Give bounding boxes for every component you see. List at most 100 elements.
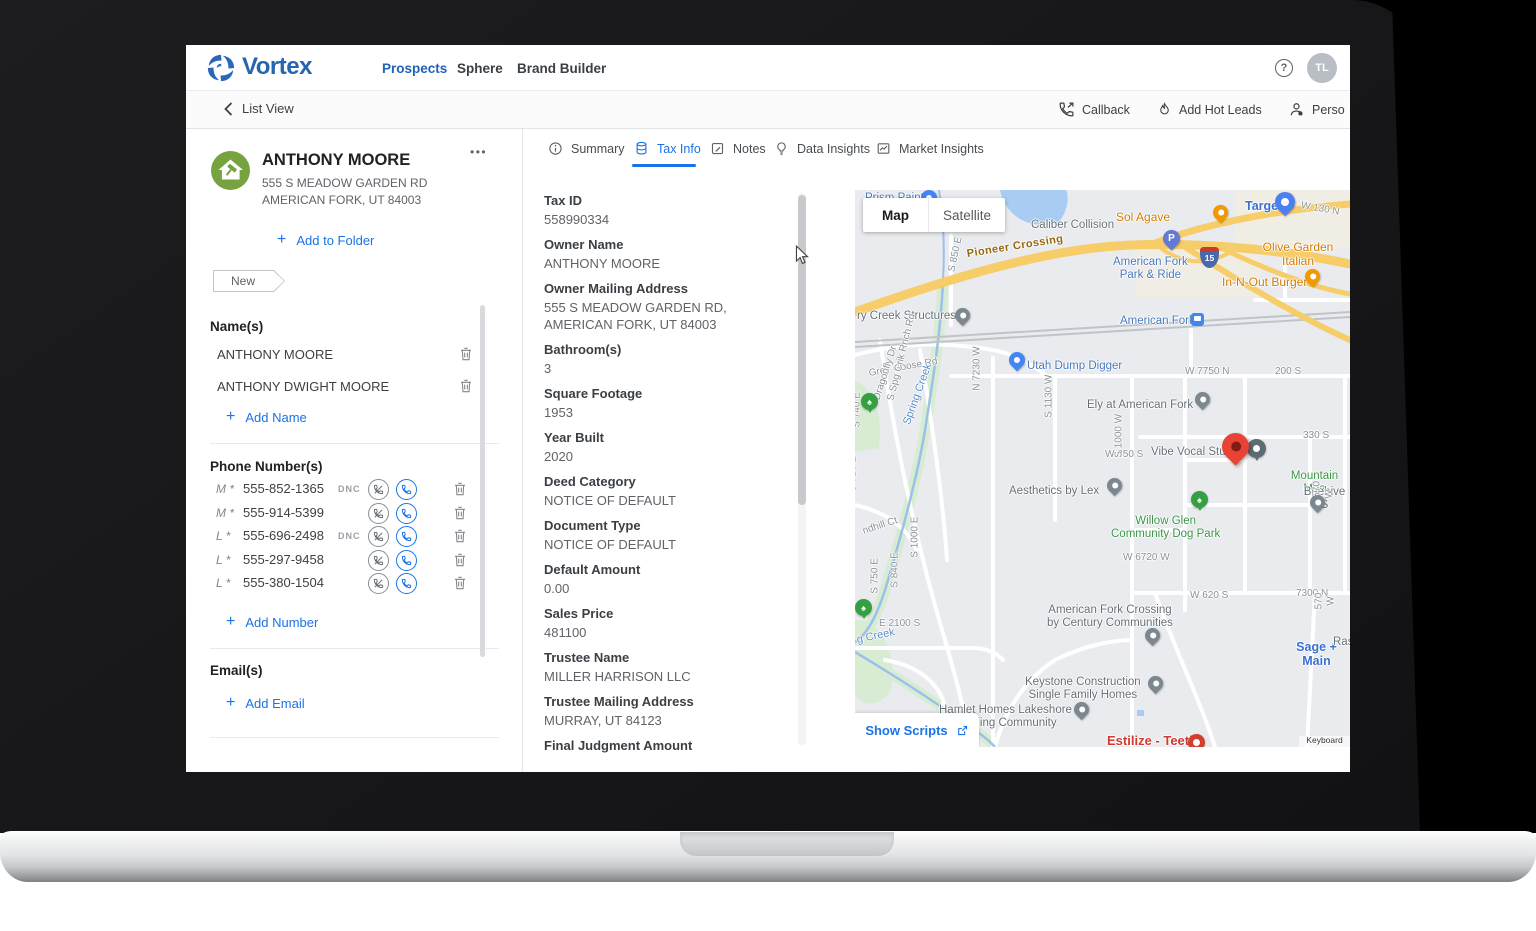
tax-field: Year Built 2020 [544,430,796,465]
field-label: Owner Mailing Address [544,281,688,296]
help-icon[interactable]: ? [1275,59,1293,77]
tab-notes[interactable]: Notes [710,141,766,156]
tax-field: Tax ID 558990334 [544,193,796,228]
toolbar: List View Callback Add Hot Leads Perso [186,91,1350,129]
left-panel-scrollbar[interactable] [480,305,485,657]
tab-tax-info-label: Tax Info [657,141,701,156]
field-value: ANTHONY MOORE [544,256,661,271]
call-phone-icon[interactable] [396,573,417,594]
pin-parking[interactable] [1159,226,1184,251]
map-panel[interactable]: Prism PaintCaliber CollisionPioneer Cros… [855,190,1350,747]
lead-address-line1: 555 S MEADOW GARDEN RD [262,176,428,190]
pin-redcircle[interactable] [1188,734,1205,747]
more-menu-icon[interactable]: ••• [470,145,487,159]
call-phone-icon[interactable] [396,479,417,500]
pin-graycircle[interactable] [1247,439,1266,461]
map-label: S 750 E [869,558,881,594]
nav-prospects[interactable]: Prospects [382,61,447,76]
trash-icon[interactable] [452,552,468,568]
show-scripts-button[interactable]: Show Scripts [855,713,979,747]
tab-data-insights[interactable]: Data Insights [774,141,870,156]
station-icon[interactable] [1191,313,1204,326]
do-not-call-icon[interactable] [368,526,389,547]
dnc-badge: DNC [338,531,361,541]
phone-type-flag: L * [216,529,231,543]
tab-summary[interactable]: Summary [548,141,624,156]
pin-green[interactable] [855,599,872,619]
map-label: Keyboard sho [1299,735,1350,747]
field-value: 481100 [544,625,587,640]
property-type-icon [211,151,250,190]
add-name-label: Add Name [245,409,307,425]
callback-phone-icon [1059,102,1074,117]
phone-type-flag: M * [216,482,234,496]
tax-field: Owner Name ANTHONY MOORE [544,237,796,272]
callback-button[interactable]: Callback [1058,101,1130,118]
map-type-control: Map Satellite [863,198,1005,232]
trash-icon[interactable] [458,346,474,362]
lead-address-line2: AMERICAN FORK, UT 84003 [262,193,422,207]
do-not-call-icon[interactable] [368,479,389,500]
pin-green[interactable] [1191,491,1208,511]
field-value: 0.00 [544,581,570,596]
tab-market-insights[interactable]: Market Insights [876,141,984,156]
phone-type-flag: L * [216,576,231,590]
field-value: 2020 [544,449,573,464]
status-badge[interactable]: New [213,270,285,292]
add-email-button[interactable]: + Add Email [226,695,305,711]
trash-icon[interactable] [452,575,468,591]
tab-market-insights-label: Market Insights [899,141,984,156]
map-label: S 710 E [855,456,859,492]
add-email-label: Add Email [245,695,305,711]
phone-number: 555-696-2498 [243,528,324,543]
phone-type-flag: M * [216,505,234,520]
do-not-call-icon[interactable] [368,549,389,571]
call-phone-icon[interactable] [396,526,417,547]
pin-green[interactable] [861,393,878,413]
map-label: Willow Glen Community Dog Park [1111,515,1221,541]
add-number-button[interactable]: + Add Number [226,614,318,630]
chart-icon [877,143,890,154]
map-label: 200 S [1275,366,1302,377]
field-label: Default Amount [544,562,641,577]
flame-icon [1160,102,1169,115]
trash-icon[interactable] [452,505,468,521]
callback-label: Callback [1082,102,1130,117]
trash-icon[interactable] [458,378,474,394]
laptop-base-notch [680,832,894,856]
fields-scrollbar-thumb[interactable] [798,195,806,505]
phone-number: 555-297-9458 [243,551,324,567]
field-value: 555 S MEADOW GARDEN RD, AMERICAN FORK, U… [544,300,727,332]
name-row: ANTHONY MOORE [186,339,523,371]
personalize-button[interactable]: Perso [1288,101,1345,118]
trash-icon[interactable] [452,528,468,544]
tab-notes-label: Notes [733,141,766,156]
nav-sphere[interactable]: Sphere [457,61,503,76]
map-view-button[interactable]: Map [863,198,929,232]
tax-field: Deed Category NOTICE OF DEFAULT [544,474,796,509]
back-to-list-view[interactable]: List View [224,101,294,116]
satellite-view-button[interactable]: Satellite [929,198,1005,232]
add-to-folder-button[interactable]: + Add to Folder [277,232,374,248]
nav-brand-builder[interactable]: Brand Builder [517,61,606,76]
plus-icon: + [277,231,287,248]
call-phone-icon[interactable] [396,549,417,571]
add-hot-leads-button[interactable]: Add Hot Leads [1157,101,1262,118]
map-label: American Fork Park & Ride [1113,256,1188,282]
names-section-title: Name(s) [210,319,264,334]
user-avatar[interactable]: TL [1307,53,1337,83]
lead-name: ANTHONY MOORE [262,151,411,169]
map-label: Olive Garden Italian [1262,240,1334,268]
plus-icon: + [226,694,236,711]
phone-number: 555-914-5399 [243,504,324,520]
field-label: Sales Price [544,606,614,621]
call-phone-icon[interactable] [396,502,417,524]
map-label: 330 S [1303,430,1330,441]
tab-tax-info[interactable]: Tax Info [634,141,701,156]
do-not-call-icon[interactable] [368,502,389,524]
tax-field: Default Amount 0.00 [544,562,796,597]
trash-icon[interactable] [452,481,468,497]
phone-row: M * 555-852-1365 DNC [186,478,523,502]
do-not-call-icon[interactable] [368,573,389,594]
add-name-button[interactable]: + Add Name [226,409,307,425]
